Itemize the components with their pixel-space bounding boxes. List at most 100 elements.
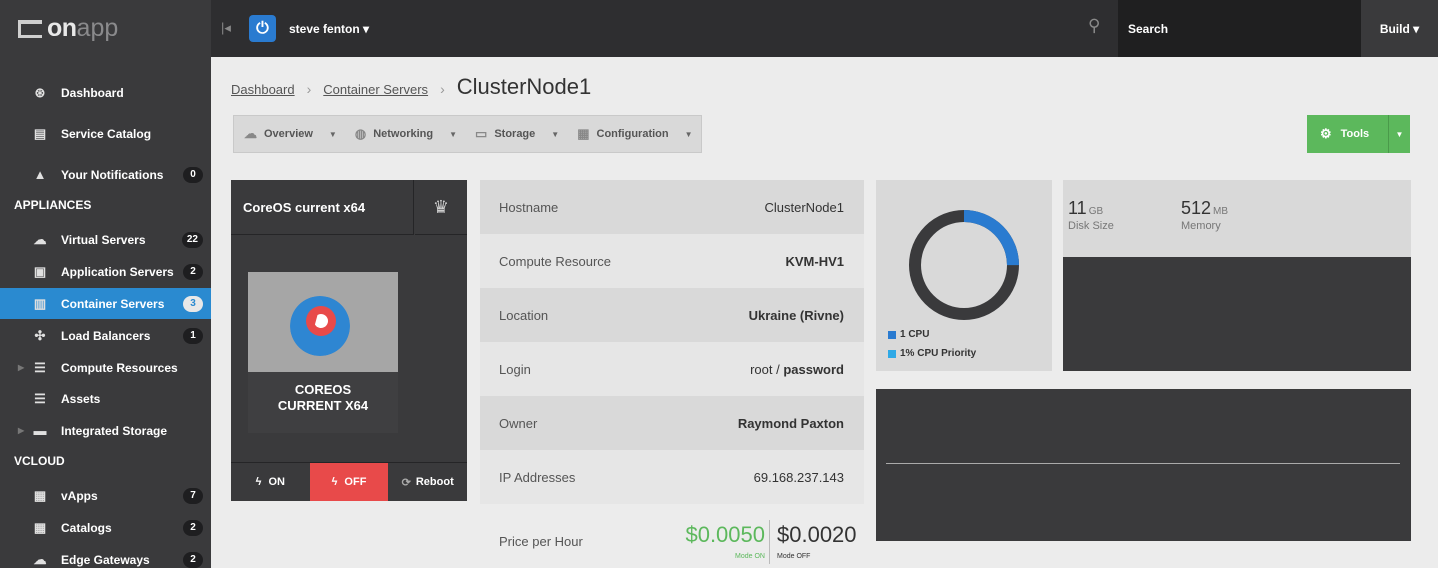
count-badge: 3 xyxy=(183,295,203,312)
info-value: root / password xyxy=(750,362,844,377)
top-bar: onapp |◂ ⏻ steve fenton ▾ ⚲ Build ▾ xyxy=(0,0,1438,57)
sidebar-item-assets[interactable]: ☰ Assets xyxy=(0,383,211,414)
sidebar-item-label: Container Servers xyxy=(61,296,165,311)
coreos-logo-icon xyxy=(290,296,350,356)
sidebar-item-virtual-servers[interactable]: ☁ Virtual Servers 22 xyxy=(0,224,211,255)
chevron-down-icon[interactable]: ▼ xyxy=(1388,115,1410,153)
breadcrumb-separator: › xyxy=(440,81,445,97)
price-on-mode: Mode ON xyxy=(735,553,765,560)
price-divider xyxy=(769,520,770,564)
info-key: Hostname xyxy=(499,199,559,215)
os-label: COREOS CURRENT X64 xyxy=(248,372,398,433)
build-menu-button[interactable]: Build ▾ xyxy=(1361,0,1438,57)
chevron-down-icon[interactable]: ▼ xyxy=(327,130,337,139)
service-catalog-icon: ▤ xyxy=(33,125,47,141)
sidebar-item-label: Dashboard xyxy=(61,85,124,100)
info-row-ip-addresses: IP Addresses 69.168.237.143 xyxy=(480,450,864,504)
tab-configuration[interactable]: ▦ Configuration ▼ xyxy=(567,116,700,152)
os-label-line-2: CURRENT X64 xyxy=(277,398,369,413)
vapps-icon: ▦ xyxy=(33,487,47,503)
sidebar-item-label: Edge Gateways xyxy=(61,552,150,567)
sidebar-item-label: Application Servers xyxy=(61,264,174,279)
sidebar-item-label: Catalogs xyxy=(61,520,112,535)
disk-size-stat: 11 GB Disk Size xyxy=(1068,198,1114,232)
expand-arrow-icon[interactable]: ▶ xyxy=(18,363,24,372)
info-row-compute-resource: Compute Resource KVM-HV1 xyxy=(480,234,864,288)
bolt-icon: ϟ xyxy=(255,476,262,488)
login-user: root / xyxy=(750,361,784,377)
page-title: ClusterNode1 xyxy=(456,74,592,99)
expand-arrow-icon[interactable]: ▶ xyxy=(18,426,24,435)
power-on-button[interactable]: ϟ ON xyxy=(231,463,310,501)
power-controls: ϟ ON ϟ OFF ⟳ Reboot xyxy=(231,462,467,501)
sidebar-item-edge-gateways[interactable]: ☁ Edge Gateways 2 xyxy=(0,544,211,568)
cloud-icon: ☁ xyxy=(33,231,47,247)
reboot-label: Reboot xyxy=(415,476,454,488)
info-key: IP Addresses xyxy=(499,469,576,485)
price-label: Price per Hour xyxy=(499,534,583,549)
sidebar-item-label: Assets xyxy=(61,391,101,406)
template-title: CoreOS current x64 xyxy=(231,180,414,235)
sidebar-item-catalogs[interactable]: ▦ Catalogs 2 xyxy=(0,512,211,543)
sidebar-item-vapps[interactable]: ▦ vApps 7 xyxy=(0,480,211,511)
info-row-location: Location Ukraine (Rivne) xyxy=(480,288,864,342)
sidebar-item-service-catalog[interactable]: ▤ Service Catalog xyxy=(0,118,211,149)
server-info-table: Hostname ClusterNode1 Compute Resource K… xyxy=(480,180,864,504)
sidebar-item-label: Your Notifications xyxy=(61,167,164,182)
search-icon[interactable]: ⚲ xyxy=(1088,16,1110,40)
tab-overview[interactable]: ☁ Overview ▼ xyxy=(234,116,345,152)
section-heading-vcloud: VCLOUD xyxy=(14,454,65,468)
memory-value: 512 xyxy=(1181,198,1212,218)
sidebar-item-integrated-storage[interactable]: ▶ ▬ Integrated Storage xyxy=(0,415,211,446)
sidebar-item-compute-resources[interactable]: ▶ ☰ Compute Resources xyxy=(0,352,211,383)
info-row-login: Login root / password xyxy=(480,342,864,396)
template-card: CoreOS current x64 ♛ COREOS CURRENT X64 … xyxy=(231,180,467,501)
count-badge: 7 xyxy=(183,487,203,504)
price-off-mode: Mode OFF xyxy=(777,553,811,560)
count-badge: 0 xyxy=(183,166,203,183)
memory-stat: 512 MB Memory xyxy=(1181,198,1228,232)
edge-gateway-icon: ☁ xyxy=(33,551,47,567)
breadcrumb-dashboard-link[interactable]: Dashboard xyxy=(231,82,295,97)
tab-networking[interactable]: ◍ Networking ▼ xyxy=(345,116,465,152)
sidebar-item-load-balancers[interactable]: ✣ Load Balancers 1 xyxy=(0,320,211,351)
breadcrumb-container-servers-link[interactable]: Container Servers xyxy=(323,82,428,97)
onapp-logo[interactable]: on app xyxy=(0,0,211,57)
sidebar-item-container-servers[interactable]: ▥ Container Servers 3 xyxy=(0,288,211,319)
usage-graph xyxy=(876,389,1411,541)
sidebar-item-label: Virtual Servers xyxy=(61,232,146,247)
info-value: Ukraine (Rivne) xyxy=(748,307,844,323)
globe-icon: ◍ xyxy=(354,126,367,141)
sidebar-item-label: Service Catalog xyxy=(61,126,152,141)
bolt-icon: ϟ xyxy=(331,476,338,488)
tab-label: Networking xyxy=(373,128,434,140)
tools-button[interactable]: ⚙ Tools ▼ xyxy=(1307,115,1410,153)
load-balancer-icon: ✣ xyxy=(34,327,46,343)
sidebar-item-notifications[interactable]: ▲ Your Notifications 0 xyxy=(0,159,211,190)
tab-storage[interactable]: ▭ Storage ▼ xyxy=(465,116,567,152)
search-input[interactable] xyxy=(1118,0,1361,57)
legend-priority-label: 1% CPU Priority xyxy=(900,348,976,359)
chevron-down-icon[interactable]: ▼ xyxy=(447,130,457,139)
sidebar-item-application-servers[interactable]: ▣ Application Servers 2 xyxy=(0,256,211,287)
info-row-hostname: Hostname ClusterNode1 xyxy=(480,180,864,234)
count-badge: 1 xyxy=(183,327,203,344)
disk-memory-stats: 11 GB Disk Size 512 MB Memory xyxy=(1063,180,1411,257)
count-badge: 2 xyxy=(183,519,203,536)
collapse-sidebar-icon[interactable]: |◂ xyxy=(221,20,231,36)
sidebar-item-dashboard[interactable]: ⊛ Dashboard xyxy=(0,77,211,108)
user-menu[interactable]: steve fenton ▾ xyxy=(289,22,369,36)
app-window: onapp |◂ ⏻ steve fenton ▾ ⚲ Build ▾ ⊛ Da… xyxy=(0,0,1438,568)
chevron-down-icon[interactable]: ▼ xyxy=(683,130,693,139)
chevron-down-icon[interactable]: ▼ xyxy=(549,130,559,139)
info-key: Login xyxy=(499,361,531,377)
price-per-hour: Price per Hour $0.0050 Mode ON $0.0020 M… xyxy=(480,510,864,568)
power-user-icon[interactable]: ⏻ xyxy=(249,15,276,42)
memory-label: Memory xyxy=(1181,220,1221,232)
login-password: password xyxy=(783,361,844,377)
power-off-button[interactable]: ϟ OFF xyxy=(309,463,389,501)
legend-swatch-priority xyxy=(888,349,896,358)
info-value: Raymond Paxton xyxy=(737,415,844,431)
legend-cpu-label: 1 CPU xyxy=(900,329,930,340)
reboot-button[interactable]: ⟳ Reboot xyxy=(388,463,467,501)
